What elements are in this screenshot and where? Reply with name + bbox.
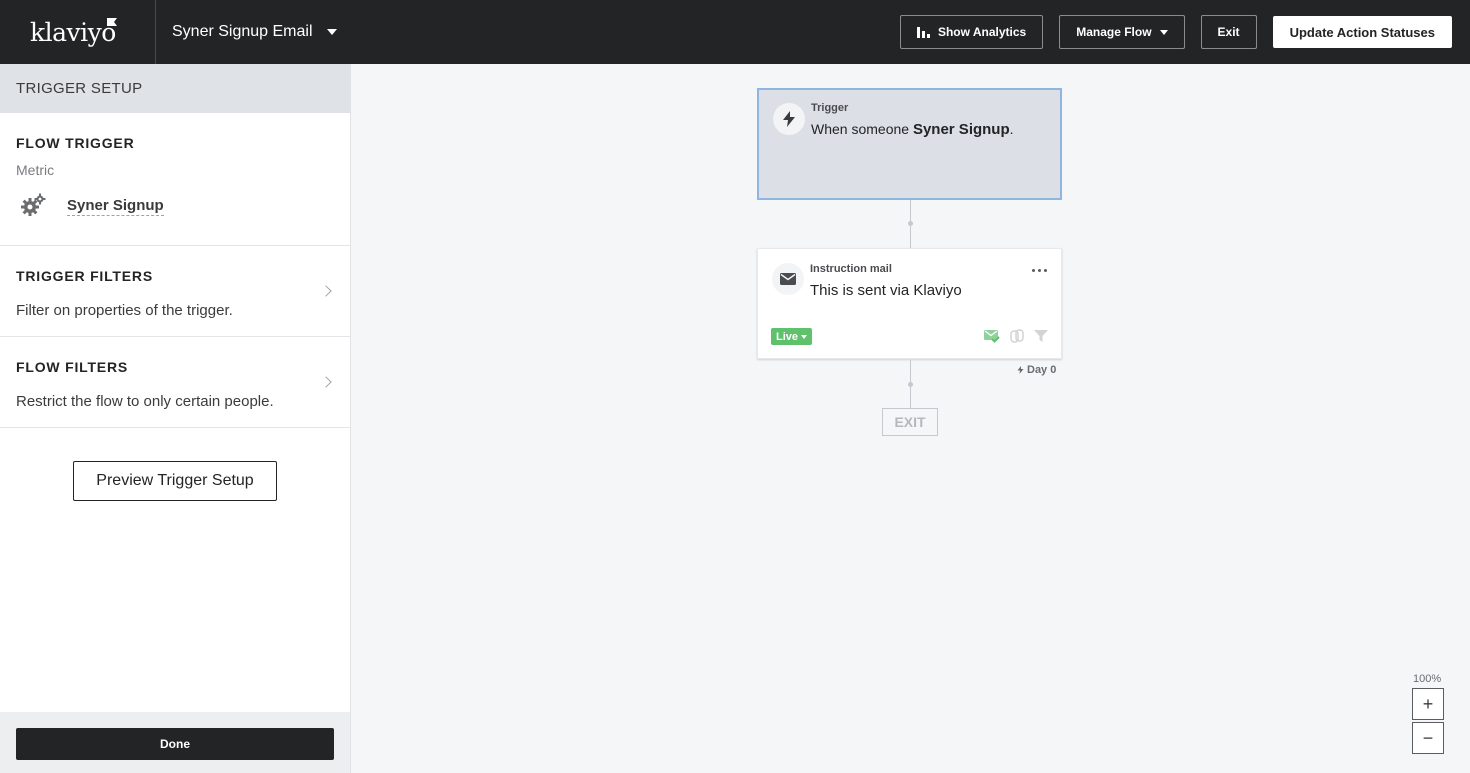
trigger-metric-name: Syner Signup [912,121,1010,138]
logo-text: klaviyo [30,17,116,47]
delay-indicator: Day 0 [1017,364,1056,376]
flow-filters-section[interactable]: FLOW FILTERS Restrict the flow to only c… [0,337,350,428]
lightning-icon [1017,366,1024,374]
exit-node: EXIT [882,408,938,436]
delay-label: Day 0 [1027,364,1057,376]
done-button[interactable]: Done [16,728,334,760]
update-statuses-label: Update Action Statuses [1289,24,1435,40]
chevron-right-icon [320,285,332,297]
chevron-down-icon [801,334,808,339]
manage-flow-button[interactable]: Manage Flow [1059,15,1185,49]
smart-sending-icon[interactable] [984,329,1000,343]
flow-filters-desc: Restrict the flow to only certain people… [16,393,274,410]
manage-flow-label: Manage Flow [1076,25,1152,39]
top-actions: Show Analytics Manage Flow Exit Update A… [899,15,1452,49]
flow-trigger-section: FLOW TRIGGER Metric Syner Signup [0,113,350,246]
top-bar: klaviyo Syner Signup Email Show Analytic… [0,0,1470,64]
trigger-setup-panel: TRIGGER SETUP FLOW TRIGGER Metric Syner [0,64,351,773]
email-description: This is sent via Klaviyo [810,282,962,299]
panel-footer: Done [0,712,350,773]
trigger-metric[interactable]: Syner Signup [16,192,334,220]
preview-trigger-setup-button[interactable]: Preview Trigger Setup [73,461,277,501]
chevron-down-icon [326,29,337,35]
exit-button[interactable]: Exit [1200,15,1257,49]
show-analytics-button[interactable]: Show Analytics [899,15,1044,49]
filter-icon[interactable] [1034,329,1048,343]
gears-icon [21,193,46,216]
more-options-icon[interactable] [1032,269,1047,272]
panel-title: TRIGGER SETUP [0,64,350,113]
utm-tracking-icon[interactable] [1010,329,1024,343]
metric-name-link[interactable]: Syner Signup [67,197,164,216]
trigger-filters-title: TRIGGER FILTERS [16,268,153,284]
connector-dot[interactable] [908,221,913,226]
trigger-filters-desc: Filter on properties of the trigger. [16,302,233,319]
email-label: Instruction mail [810,263,892,275]
flow-canvas[interactable]: Trigger When someone Syner Signup. Instr… [351,64,1470,773]
trigger-filters-section[interactable]: TRIGGER FILTERS Filter on properties of … [0,246,350,337]
flow-trigger-title: FLOW TRIGGER [16,135,135,151]
flow-name-label: Syner Signup Email [172,23,313,40]
zoom-out-button[interactable]: − [1412,722,1444,754]
exit-label: Exit [1217,25,1240,39]
bar-chart-icon [916,26,930,38]
show-analytics-label: Show Analytics [937,25,1027,39]
update-action-statuses-button[interactable]: Update Action Statuses [1272,16,1452,48]
status-label: Live [776,330,799,343]
trigger-type: Metric [16,162,55,178]
trigger-label: Trigger [811,102,849,114]
zoom-in-button[interactable]: + [1412,688,1444,720]
zoom-level: 100% [1413,673,1442,685]
lightning-icon [773,103,805,135]
envelope-icon [772,263,804,295]
node-indicators [984,329,1048,343]
status-badge-dropdown[interactable]: Live [771,328,813,345]
flow-name-dropdown[interactable]: Syner Signup Email [156,0,337,64]
klaviyo-logo[interactable]: klaviyo [0,0,156,64]
connector-dot[interactable] [908,382,913,387]
flow-filters-title: FLOW FILTERS [16,359,128,375]
chevron-down-icon [1159,29,1168,35]
chevron-right-icon [320,376,332,388]
trigger-description: When someone Syner Signup. [811,121,1014,138]
trigger-node[interactable]: Trigger When someone Syner Signup. [757,88,1062,200]
email-node[interactable]: Instruction mail This is sent via Klaviy… [757,248,1062,359]
